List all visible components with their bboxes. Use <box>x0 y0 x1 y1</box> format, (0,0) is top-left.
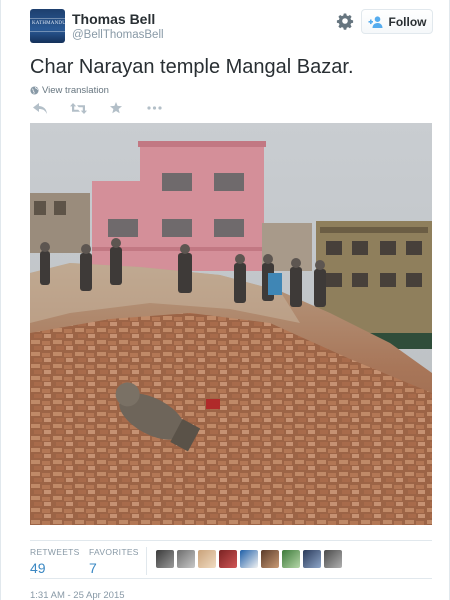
view-translation-label: View translation <box>42 85 109 96</box>
favoriter-avatar[interactable] <box>282 550 300 568</box>
favoriter-avatars <box>156 550 342 568</box>
favoriter-avatar[interactable] <box>177 550 195 568</box>
tweet-photo[interactable] <box>30 123 432 525</box>
favoriter-avatar[interactable] <box>198 550 216 568</box>
avatar-label: KATHMANDU <box>32 21 65 26</box>
stats-divider <box>146 547 147 575</box>
add-person-icon <box>368 15 382 28</box>
reply-icon[interactable] <box>30 101 50 115</box>
retweets-label: RETWEETS <box>30 547 80 557</box>
tweet-actions <box>30 101 182 115</box>
retweet-icon[interactable] <box>68 101 88 115</box>
favorites-label: FAVORITES <box>89 547 139 557</box>
favorites-count: 7 <box>89 560 97 576</box>
globe-icon <box>30 86 39 95</box>
author-handle[interactable]: @BellThomasBell <box>72 29 164 41</box>
tweet-timestamp[interactable]: 1:31 AM - 25 Apr 2015 <box>30 590 125 600</box>
author-name[interactable]: Thomas Bell <box>72 11 155 27</box>
timestamp-row: 1:31 AM - 25 Apr 2015 <box>30 578 432 600</box>
star-icon[interactable] <box>106 101 126 115</box>
retweets-count: 49 <box>30 560 46 576</box>
retweets-stat[interactable]: RETWEETS 49 <box>30 547 80 576</box>
follow-label: Follow <box>388 14 427 29</box>
avatar[interactable]: KATHMANDU <box>30 9 65 43</box>
favoriter-avatar[interactable] <box>324 550 342 568</box>
gear-icon[interactable] <box>335 11 355 31</box>
favoriter-avatar[interactable] <box>303 550 321 568</box>
tweet-stats: RETWEETS 49 FAVORITES 7 <box>30 540 432 578</box>
favorites-stat[interactable]: FAVORITES 7 <box>89 547 139 576</box>
more-icon[interactable] <box>144 101 164 115</box>
favoriter-avatar[interactable] <box>156 550 174 568</box>
view-translation-link[interactable]: View translation <box>30 85 109 96</box>
tweet-card: KATHMANDU Thomas Bell @BellThomasBell Fo… <box>0 0 450 600</box>
favoriter-avatar[interactable] <box>240 550 258 568</box>
tweet-text: Char Narayan temple Mangal Bazar. <box>30 56 354 78</box>
favoriter-avatar[interactable] <box>261 550 279 568</box>
follow-button[interactable]: Follow <box>361 9 433 34</box>
favoriter-avatar[interactable] <box>219 550 237 568</box>
